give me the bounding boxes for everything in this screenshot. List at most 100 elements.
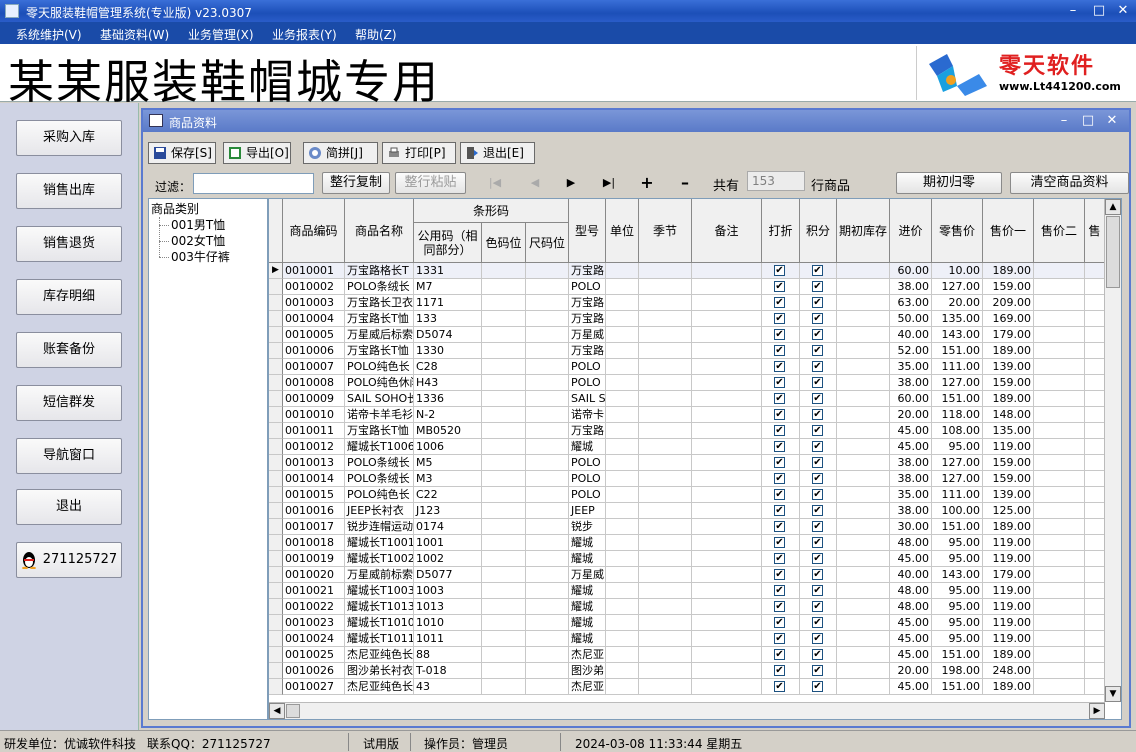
nav-sales-return-button[interactable]: 销售退货 — [16, 226, 122, 262]
discount-checkbox[interactable]: ✔ — [774, 665, 785, 676]
points-checkbox[interactable]: ✔ — [812, 617, 823, 628]
cell-discount[interactable]: ✔ — [762, 503, 800, 519]
points-checkbox[interactable]: ✔ — [812, 409, 823, 420]
cell-discount[interactable]: ✔ — [762, 631, 800, 647]
discount-checkbox[interactable]: ✔ — [774, 409, 785, 420]
cell-discount[interactable]: ✔ — [762, 583, 800, 599]
cell-discount[interactable]: ✔ — [762, 359, 800, 375]
points-checkbox[interactable]: ✔ — [812, 441, 823, 452]
discount-checkbox[interactable]: ✔ — [774, 585, 785, 596]
discount-checkbox[interactable]: ✔ — [774, 361, 785, 372]
tree-item-male-tshirt[interactable]: 001男T恤 — [171, 217, 225, 233]
points-checkbox[interactable]: ✔ — [812, 569, 823, 580]
discount-checkbox[interactable]: ✔ — [774, 537, 785, 548]
cell-points[interactable]: ✔ — [800, 551, 837, 567]
points-checkbox[interactable]: ✔ — [812, 345, 823, 356]
cell-discount[interactable]: ✔ — [762, 615, 800, 631]
points-checkbox[interactable]: ✔ — [812, 585, 823, 596]
vertical-scrollbar[interactable]: ▲ ▼ — [1104, 199, 1121, 702]
cell-points[interactable]: ✔ — [800, 407, 837, 423]
horizontal-scrollbar[interactable]: ◀ ▶ — [269, 702, 1105, 719]
points-checkbox[interactable]: ✔ — [812, 553, 823, 564]
scroll-thumb[interactable] — [1106, 216, 1120, 288]
cell-points[interactable]: ✔ — [800, 503, 837, 519]
cell-points[interactable]: ✔ — [800, 375, 837, 391]
cell-points[interactable]: ✔ — [800, 615, 837, 631]
points-checkbox[interactable]: ✔ — [812, 489, 823, 500]
cell-points[interactable]: ✔ — [800, 631, 837, 647]
nav-qq-button[interactable]: 271125727 — [16, 542, 122, 578]
nav-guide-button[interactable]: 导航窗口 — [16, 438, 122, 474]
prev-record-icon[interactable]: ◀ — [528, 176, 542, 190]
cell-points[interactable]: ✔ — [800, 647, 837, 663]
points-checkbox[interactable]: ✔ — [812, 665, 823, 676]
points-checkbox[interactable]: ✔ — [812, 681, 823, 692]
hscroll-thumb[interactable] — [286, 704, 300, 718]
cell-points[interactable]: ✔ — [800, 423, 837, 439]
cell-points[interactable]: ✔ — [800, 279, 837, 295]
menu-reports[interactable]: 业务报表(Y) — [272, 26, 337, 43]
discount-checkbox[interactable]: ✔ — [774, 393, 785, 404]
save-button[interactable]: 保存[S] — [148, 142, 216, 164]
cell-points[interactable]: ✔ — [800, 663, 837, 679]
paste-row-button[interactable]: 整行粘贴 — [395, 172, 466, 194]
cell-points[interactable]: ✔ — [800, 439, 837, 455]
inner-close-icon[interactable]: ✕ — [1103, 113, 1121, 129]
nav-sms-button[interactable]: 短信群发 — [16, 385, 122, 421]
discount-checkbox[interactable]: ✔ — [774, 617, 785, 628]
discount-checkbox[interactable]: ✔ — [774, 265, 785, 276]
next-record-icon[interactable]: ▶ — [564, 176, 578, 190]
points-checkbox[interactable]: ✔ — [812, 425, 823, 436]
points-checkbox[interactable]: ✔ — [812, 633, 823, 644]
clear-products-button[interactable]: 清空商品资料 — [1010, 172, 1129, 194]
cell-discount[interactable]: ✔ — [762, 535, 800, 551]
points-checkbox[interactable]: ✔ — [812, 313, 823, 324]
nav-stock-detail-button[interactable]: 库存明细 — [16, 279, 122, 315]
scroll-up-icon[interactable]: ▲ — [1105, 199, 1121, 215]
first-record-icon[interactable]: |◀ — [488, 176, 502, 190]
export-button[interactable]: 导出[O] — [223, 142, 291, 164]
points-checkbox[interactable]: ✔ — [812, 361, 823, 372]
cell-discount[interactable]: ✔ — [762, 327, 800, 343]
discount-checkbox[interactable]: ✔ — [774, 569, 785, 580]
add-record-icon[interactable]: + — [640, 175, 654, 191]
discount-checkbox[interactable]: ✔ — [774, 441, 785, 452]
discount-checkbox[interactable]: ✔ — [774, 281, 785, 292]
tree-root[interactable]: 商品类别 — [151, 201, 199, 217]
minimize-icon[interactable]: – — [1064, 3, 1082, 19]
discount-checkbox[interactable]: ✔ — [774, 489, 785, 500]
cell-discount[interactable]: ✔ — [762, 375, 800, 391]
exit-button[interactable]: 退出[E] — [460, 142, 535, 164]
cell-discount[interactable]: ✔ — [762, 423, 800, 439]
cell-discount[interactable]: ✔ — [762, 567, 800, 583]
cell-points[interactable]: ✔ — [800, 311, 837, 327]
cell-discount[interactable]: ✔ — [762, 455, 800, 471]
discount-checkbox[interactable]: ✔ — [774, 553, 785, 564]
scroll-left-icon[interactable]: ◀ — [269, 703, 285, 719]
menu-business[interactable]: 业务管理(X) — [188, 26, 254, 43]
cell-points[interactable]: ✔ — [800, 535, 837, 551]
points-checkbox[interactable]: ✔ — [812, 601, 823, 612]
cell-discount[interactable]: ✔ — [762, 599, 800, 615]
points-checkbox[interactable]: ✔ — [812, 505, 823, 516]
discount-checkbox[interactable]: ✔ — [774, 681, 785, 692]
cell-discount[interactable]: ✔ — [762, 407, 800, 423]
menu-system[interactable]: 系统维护(V) — [16, 26, 82, 43]
cell-discount[interactable]: ✔ — [762, 279, 800, 295]
discount-checkbox[interactable]: ✔ — [774, 601, 785, 612]
cell-discount[interactable]: ✔ — [762, 487, 800, 503]
inner-maximize-icon[interactable]: □ — [1079, 113, 1097, 129]
reset-opening-button[interactable]: 期初归零 — [896, 172, 1002, 194]
maximize-icon[interactable]: □ — [1090, 3, 1108, 19]
cell-points[interactable]: ✔ — [800, 359, 837, 375]
tree-item-female-tshirt[interactable]: 002女T恤 — [171, 233, 225, 249]
points-checkbox[interactable]: ✔ — [812, 297, 823, 308]
discount-checkbox[interactable]: ✔ — [774, 345, 785, 356]
cell-discount[interactable]: ✔ — [762, 311, 800, 327]
cell-discount[interactable]: ✔ — [762, 551, 800, 567]
nav-exit-button[interactable]: 退出 — [16, 489, 122, 525]
discount-checkbox[interactable]: ✔ — [774, 313, 785, 324]
copy-row-button[interactable]: 整行复制 — [322, 172, 390, 194]
discount-checkbox[interactable]: ✔ — [774, 297, 785, 308]
points-checkbox[interactable]: ✔ — [812, 329, 823, 340]
